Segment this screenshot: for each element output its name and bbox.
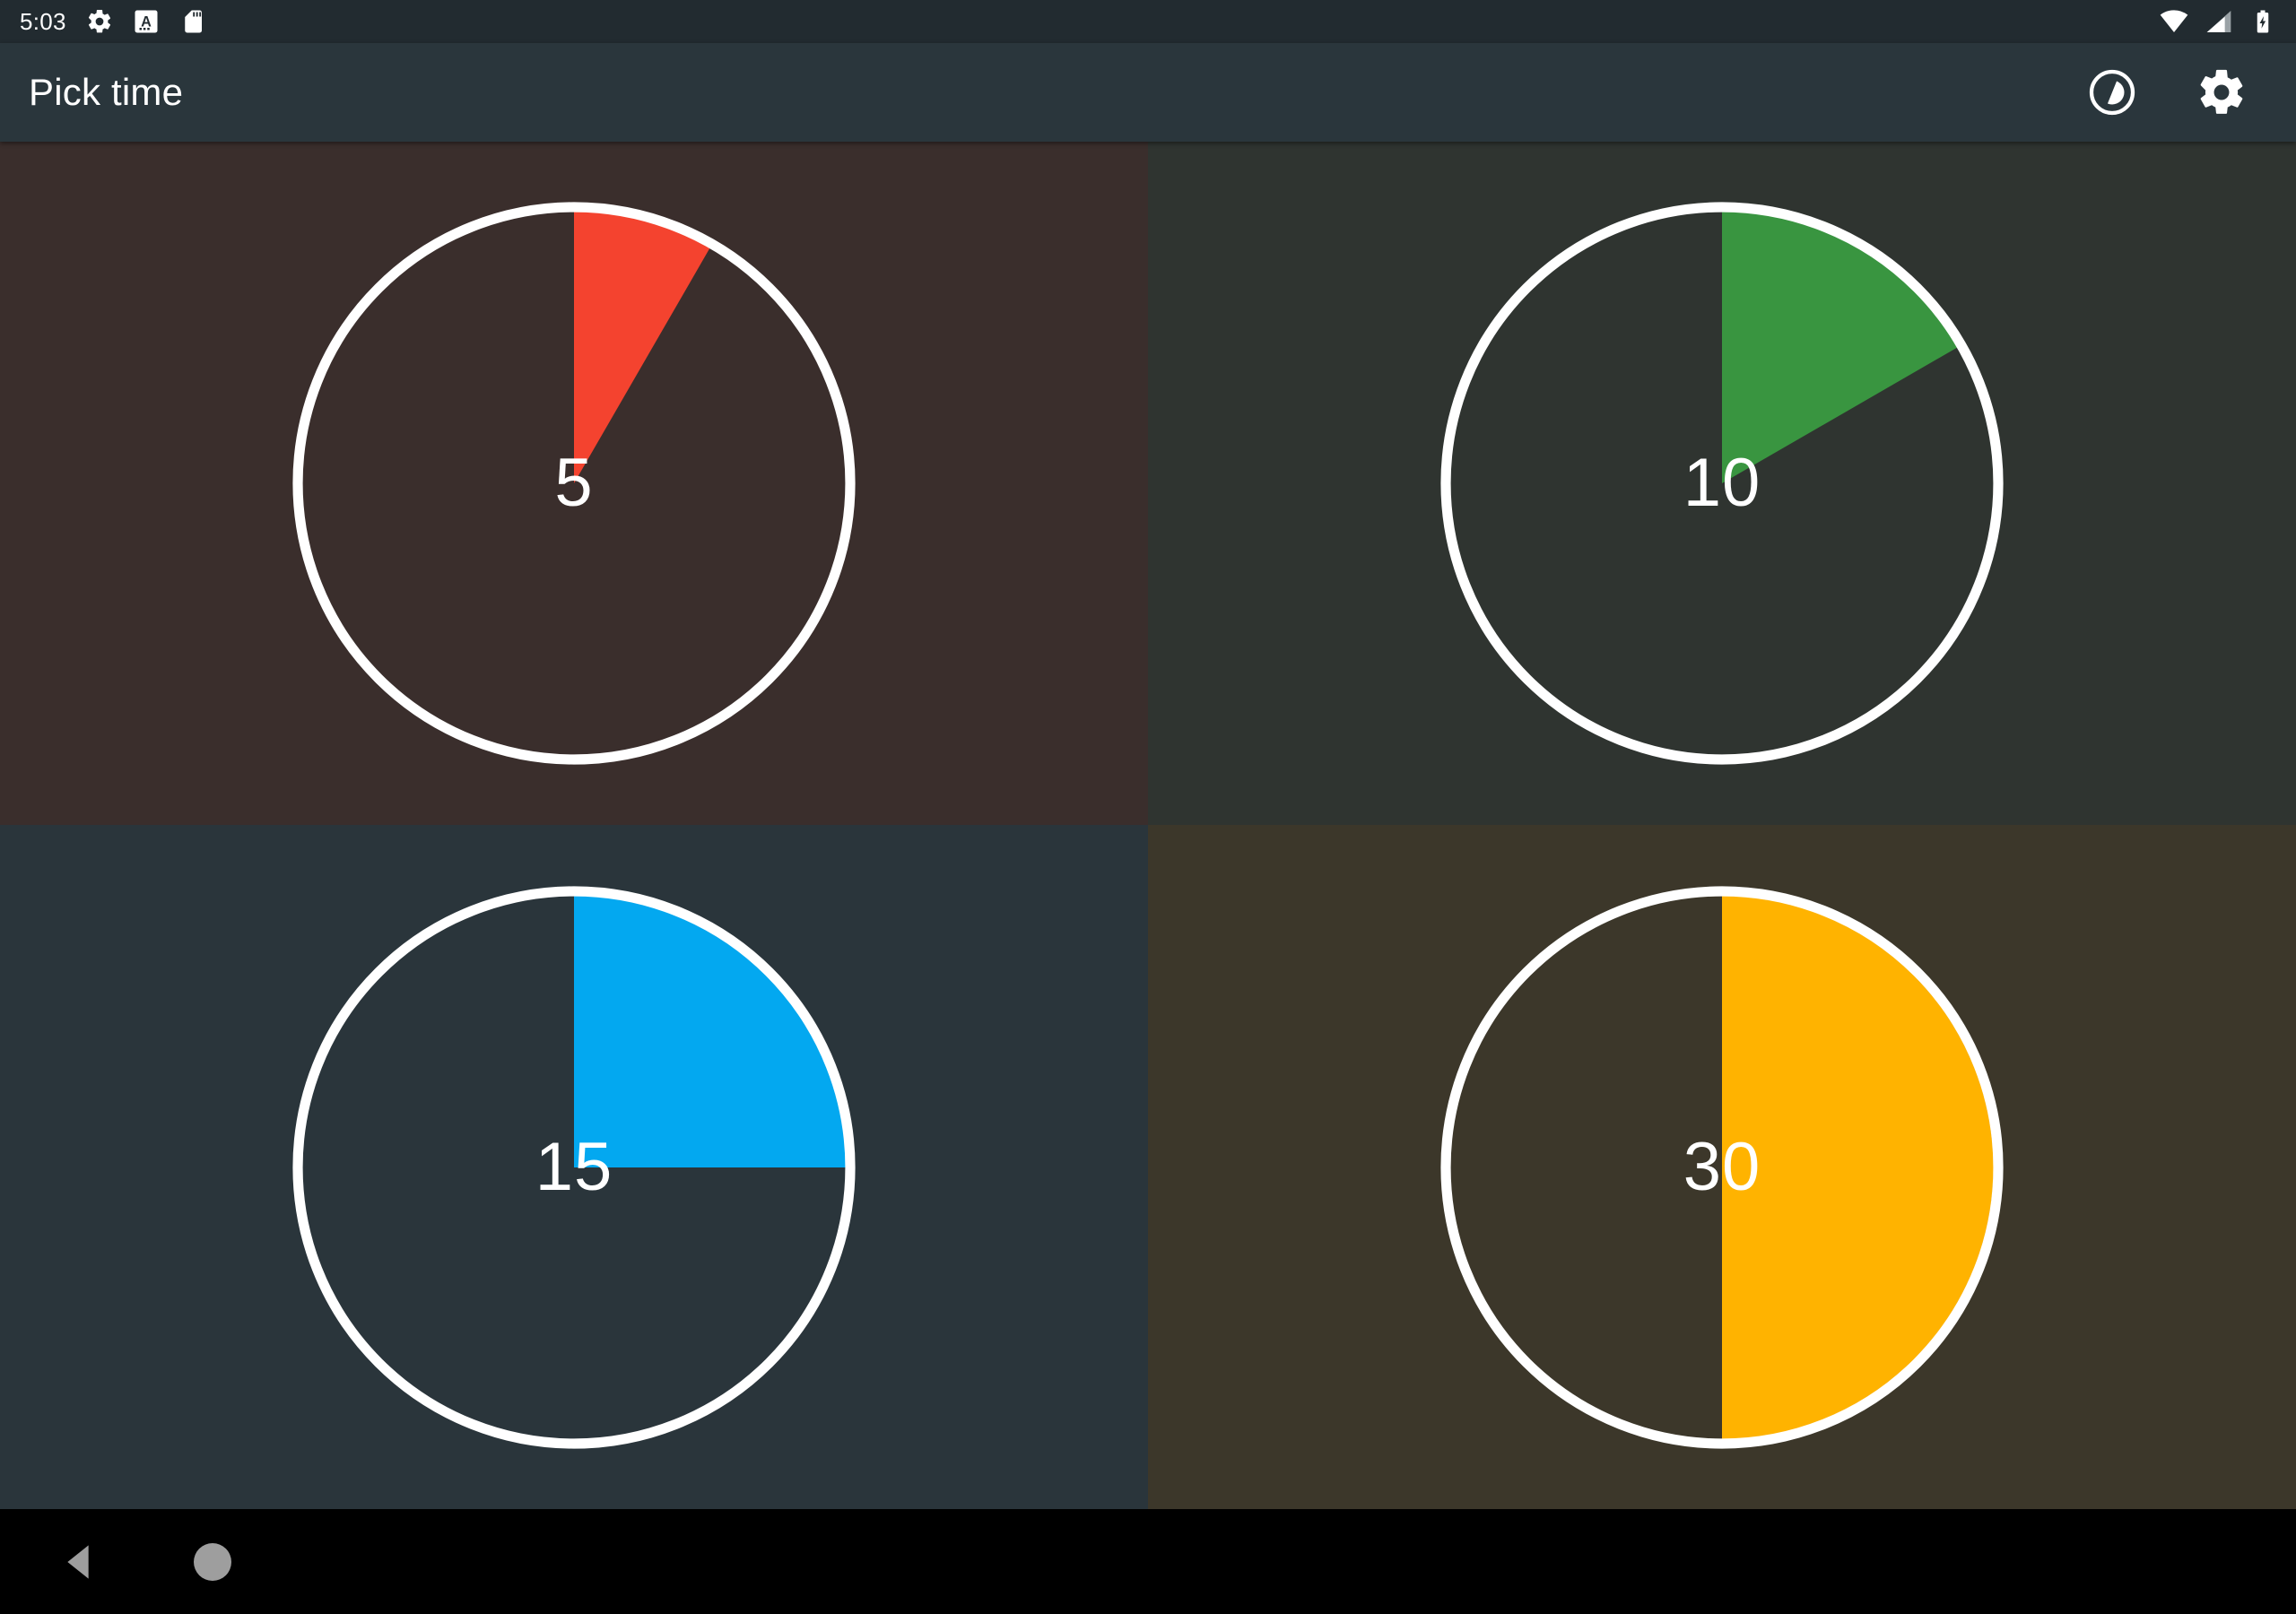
nav-back-button[interactable]	[47, 1531, 109, 1593]
timer-dial: 30	[1408, 854, 2036, 1481]
battery-charging-icon	[2249, 8, 2276, 35]
timer-grid: 5 10 15 30	[0, 142, 2296, 1509]
nav-home-button[interactable]	[181, 1531, 244, 1593]
cellular-signal-icon	[2205, 7, 2233, 36]
timer-wedge	[1722, 212, 1958, 483]
app-toolbar: Pick time	[0, 43, 2296, 142]
status-bar-clock: 5:03	[20, 7, 66, 35]
timer-dial: 5	[260, 169, 888, 797]
timer-wedge	[1722, 895, 1994, 1439]
wifi-icon	[2160, 7, 2188, 36]
timer-option-10[interactable]: 10	[1148, 142, 2296, 825]
timer-wedge	[574, 212, 710, 483]
a-letter-icon: A	[133, 8, 160, 35]
sd-card-icon	[179, 8, 206, 35]
timer-dial: 10	[1408, 169, 2036, 797]
status-bar: 5:03 A	[0, 0, 2296, 43]
back-triangle-icon	[67, 1544, 89, 1579]
timer-option-15[interactable]: 15	[0, 825, 1148, 1509]
toolbar-actions	[2081, 61, 2266, 124]
status-bar-right	[2160, 7, 2276, 36]
settings-gear-icon[interactable]	[2190, 61, 2253, 124]
timer-dial-svg	[1440, 885, 2004, 1449]
android-nav-bar	[0, 1509, 2296, 1614]
timer-dial: 15	[260, 854, 888, 1481]
timer-option-30[interactable]: 30	[1148, 825, 2296, 1509]
timer-wedge	[574, 895, 846, 1167]
timer-dial-svg	[292, 885, 856, 1449]
timer-dial-svg	[1440, 202, 2004, 765]
timer-dial-svg	[292, 202, 856, 765]
timer-option-5[interactable]: 5	[0, 142, 1148, 825]
home-circle-icon	[194, 1542, 231, 1581]
gear-icon	[86, 8, 113, 35]
timer-mode-icon[interactable]	[2081, 61, 2144, 124]
status-bar-left: 5:03 A	[20, 8, 206, 36]
svg-text:A: A	[141, 14, 152, 30]
screen-root: 5:03 A Pick time 5 10 15 30	[0, 0, 2296, 1614]
page-title: Pick time	[29, 71, 184, 113]
